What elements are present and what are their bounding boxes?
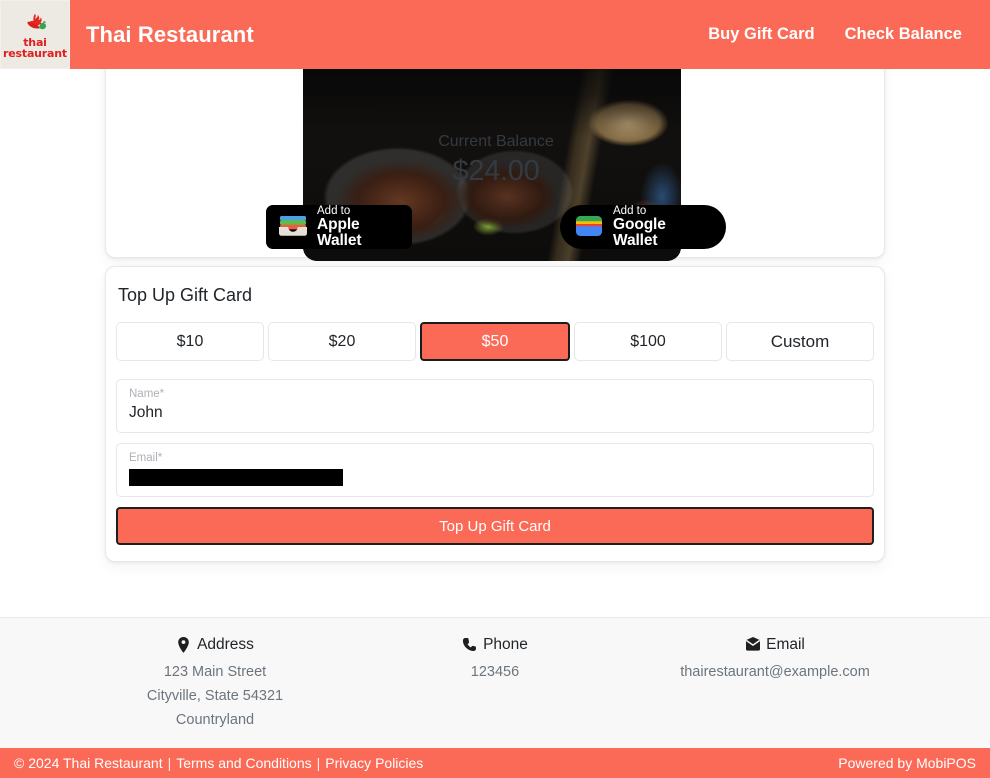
add-to-google-wallet-button[interactable]: Add to Google Wallet (560, 205, 726, 249)
google-wallet-line2: Google Wallet (613, 215, 666, 250)
main-content-scroll-area[interactable]: Current Balance $24.00 Add to Apple Wall… (0, 0, 990, 617)
top-up-gift-card-submit-button[interactable]: Top Up Gift Card (116, 507, 874, 545)
footer-email-value: thairestaurant@example.com (680, 664, 870, 680)
chili-pepper-logo-icon (27, 13, 47, 30)
email-input-redacted-value[interactable] (129, 468, 343, 486)
restaurant-logo[interactable]: thai restaurant (0, 0, 70, 69)
privacy-policies-link[interactable]: Privacy Policies (325, 755, 423, 771)
terms-and-conditions-link[interactable]: Terms and Conditions (176, 755, 311, 771)
footer-address-heading: Address (75, 636, 355, 654)
location-pin-icon (176, 637, 191, 653)
footer-columns: Address 123 Main Street Cityville, State… (75, 636, 915, 748)
gift-card-page: Current Balance $24.00 Add to Apple Wall… (0, 0, 990, 778)
amount-option-100[interactable]: $100 (574, 322, 722, 361)
bottom-bar: © 2024 Thai Restaurant | Terms and Condi… (0, 748, 990, 778)
footer-column-phone: Phone 123456 (355, 636, 635, 748)
footer-address-line-2: Cityville, State 54321 (146, 687, 284, 704)
current-balance-label: Current Balance (438, 133, 554, 150)
bottom-bar-links: © 2024 Thai Restaurant | Terms and Condi… (14, 755, 423, 771)
email-field-label: Email* (129, 452, 163, 464)
footer-address-line-1: 123 Main Street (163, 664, 267, 680)
bottom-bar-separator-1: | (167, 755, 172, 771)
apple-wallet-label: Add to Apple Wallet (317, 205, 394, 250)
footer-column-email: Email thairestaurant@example.com (635, 636, 915, 748)
footer-address-line-3: Countryland (175, 711, 255, 728)
footer-column-address: Address 123 Main Street Cityville, State… (75, 636, 355, 748)
google-wallet-label: Add to Google Wallet (613, 205, 708, 250)
bottom-bar-separator-2: | (316, 755, 321, 771)
google-wallet-icon (574, 213, 604, 242)
copyright-text: © 2024 Thai Restaurant (14, 755, 163, 771)
google-wallet-line1: Add to (613, 204, 647, 217)
name-field-wrapper[interactable]: Name* (116, 379, 874, 433)
footer-address-label: Address (197, 636, 254, 653)
footer-phone-label: Phone (483, 636, 528, 653)
footer-email-label: Email (766, 636, 805, 653)
site-header: thai restaurant Thai Restaurant Buy Gift… (0, 0, 990, 69)
email-field-wrapper[interactable]: Email* (116, 443, 874, 497)
footer-email-heading: Email (635, 636, 915, 654)
amount-option-50[interactable]: $50 (420, 322, 570, 361)
add-to-apple-wallet-button[interactable]: Add to Apple Wallet (266, 205, 412, 249)
amount-option-custom[interactable]: Custom (726, 322, 874, 361)
name-input[interactable] (129, 403, 861, 422)
wallet-buttons-row: Add to Apple Wallet Add to Google Wallet (106, 205, 886, 249)
amount-options-group: $10 $20 $50 $100 Custom (116, 322, 874, 361)
footer-phone-value: 123456 (470, 664, 520, 680)
top-up-gift-card-panel: Top Up Gift Card $10 $20 $50 $100 Custom… (105, 266, 885, 562)
header-nav: Buy Gift Card Check Balance (708, 25, 990, 44)
name-field-label: Name* (129, 388, 165, 400)
footer-phone-heading: Phone (355, 636, 635, 654)
envelope-icon (745, 637, 761, 653)
current-balance-amount: $24.00 (452, 155, 540, 187)
amount-option-20[interactable]: $20 (268, 322, 416, 361)
site-footer: Address 123 Main Street Cityville, State… (0, 617, 990, 748)
logo-text-line2: restaurant (3, 47, 67, 60)
brand-title: Thai Restaurant (86, 21, 254, 47)
apple-wallet-card-icon (278, 214, 308, 241)
nav-link-buy-gift-card[interactable]: Buy Gift Card (708, 25, 814, 44)
phone-icon (462, 637, 477, 653)
nav-link-check-balance[interactable]: Check Balance (845, 25, 962, 44)
apple-wallet-line2: Apple Wallet (317, 215, 362, 250)
powered-by-text: Powered by MobiPOS (838, 755, 976, 771)
top-up-title: Top Up Gift Card (118, 285, 253, 305)
amount-option-10[interactable]: $10 (116, 322, 264, 361)
apple-wallet-line1: Add to (317, 204, 351, 217)
